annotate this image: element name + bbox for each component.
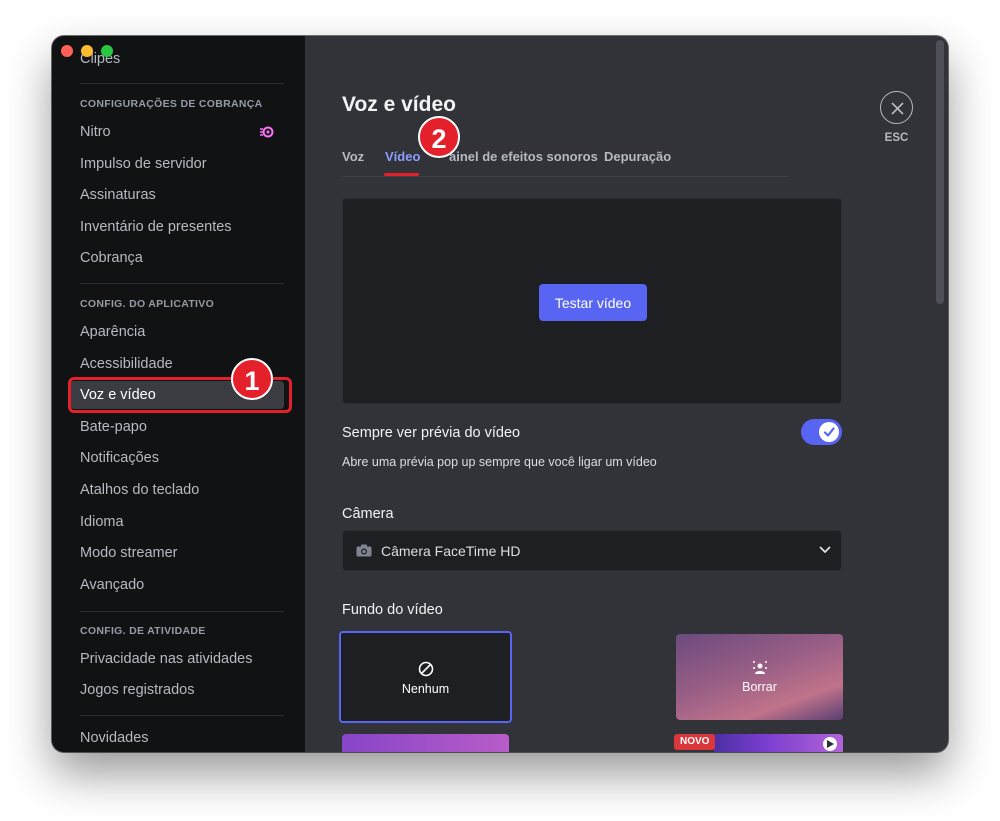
video-background-label: Fundo do vídeo <box>342 602 443 618</box>
sidebar-item-appearance[interactable]: Aparência <box>70 318 284 346</box>
esc-label: ESC <box>884 132 909 144</box>
tab-debug[interactable]: Depuração <box>604 149 671 164</box>
sidebar-item-keybinds[interactable]: Atalhos do teclado <box>70 476 284 504</box>
tab-voice[interactable]: Voz <box>342 149 364 164</box>
sidebar-item-advanced[interactable]: Avançado <box>70 571 284 599</box>
camera-select-value: Câmera FaceTime HD <box>381 543 521 559</box>
sidebar-item-label: Nitro <box>80 124 111 140</box>
chevron-down-icon <box>819 546 831 553</box>
no-background-icon <box>418 661 433 677</box>
sidebar-item-whats-new[interactable]: Novidades <box>70 724 284 752</box>
sidebar-item-chat[interactable]: Bate-papo <box>70 413 284 441</box>
camera-select[interactable]: Câmera FaceTime HD <box>342 530 842 571</box>
sidebar-item-streamer-mode[interactable]: Modo streamer <box>70 539 284 567</box>
settings-sidebar: Clipes CONFIGURAÇÕES DE COBRANÇA Nitro I… <box>52 36 305 752</box>
always-preview-description: Abre uma prévia pop up sempre que você l… <box>342 455 657 469</box>
annotation-step-1: 1 <box>231 358 273 400</box>
background-option-blur[interactable]: Borrar <box>676 634 843 720</box>
active-tab-indicator <box>384 173 419 176</box>
window-minimize-dot[interactable] <box>81 45 93 57</box>
check-icon <box>823 427 835 437</box>
sidebar-header-billing: CONFIGURAÇÕES DE COBRANÇA <box>80 98 263 110</box>
new-badge: NOVO <box>674 734 716 750</box>
close-button[interactable] <box>880 91 913 124</box>
background-option-label: Nenhum <box>401 682 450 696</box>
camera-icon <box>356 544 372 557</box>
play-icon <box>823 737 837 751</box>
sidebar-item-notifications[interactable]: Notificações <box>70 444 284 472</box>
settings-window: Clipes CONFIGURAÇÕES DE COBRANÇA Nitro I… <box>52 36 948 752</box>
tab-video[interactable]: Vídeo <box>385 149 420 164</box>
window-zoom-dot[interactable] <box>101 45 113 57</box>
close-icon <box>891 102 904 115</box>
nitro-icon <box>260 126 274 138</box>
sidebar-item-gift-inventory[interactable]: Inventário de presentes <box>70 213 284 241</box>
background-option-preset[interactable] <box>342 734 509 752</box>
content-scrollbar[interactable] <box>936 40 944 304</box>
sidebar-separator <box>80 283 284 284</box>
camera-label: Câmera <box>342 506 394 522</box>
sidebar-item-language[interactable]: Idioma <box>70 508 284 536</box>
toggle-knob <box>819 422 839 442</box>
sidebar-item-nitro[interactable]: Nitro <box>70 118 284 146</box>
background-option-none[interactable]: Nenhum <box>339 631 512 723</box>
always-preview-label: Sempre ver prévia do vídeo <box>342 425 521 441</box>
sidebar-header-app-settings: CONFIG. DO APLICATIVO <box>80 298 215 310</box>
sidebar-separator <box>80 715 284 716</box>
page-title: Voz e vídeo <box>342 93 456 116</box>
sidebar-item-server-boost[interactable]: Impulso de servidor <box>70 150 284 178</box>
tab-soundboard[interactable]: ainel de efeitos sonoros <box>449 149 598 164</box>
background-option-label: Borrar <box>742 680 777 694</box>
sidebar-separator <box>80 611 284 612</box>
video-preview-area: Testar vídeo <box>342 198 842 404</box>
test-video-button[interactable]: Testar vídeo <box>539 284 647 321</box>
blur-icon <box>752 661 767 674</box>
sidebar-separator <box>80 83 284 84</box>
window-close-dot[interactable] <box>61 45 73 57</box>
tab-bar: Voz Vídeo ainel de efeitos sonoros Depur… <box>342 140 788 177</box>
sidebar-item-activity-privacy[interactable]: Privacidade nas atividades <box>70 645 284 673</box>
sidebar-item-subscriptions[interactable]: Assinaturas <box>70 181 284 209</box>
sidebar-item-registered-games[interactable]: Jogos registrados <box>70 676 284 704</box>
annotation-step-2: 2 <box>418 116 460 158</box>
always-preview-toggle[interactable] <box>801 419 842 445</box>
settings-content: Voz e vídeo Voz Vídeo ainel de efeitos s… <box>305 36 948 752</box>
sidebar-item-billing[interactable]: Cobrança <box>70 244 284 272</box>
sidebar-header-activity-settings: CONFIG. DE ATIVIDADE <box>80 625 206 637</box>
